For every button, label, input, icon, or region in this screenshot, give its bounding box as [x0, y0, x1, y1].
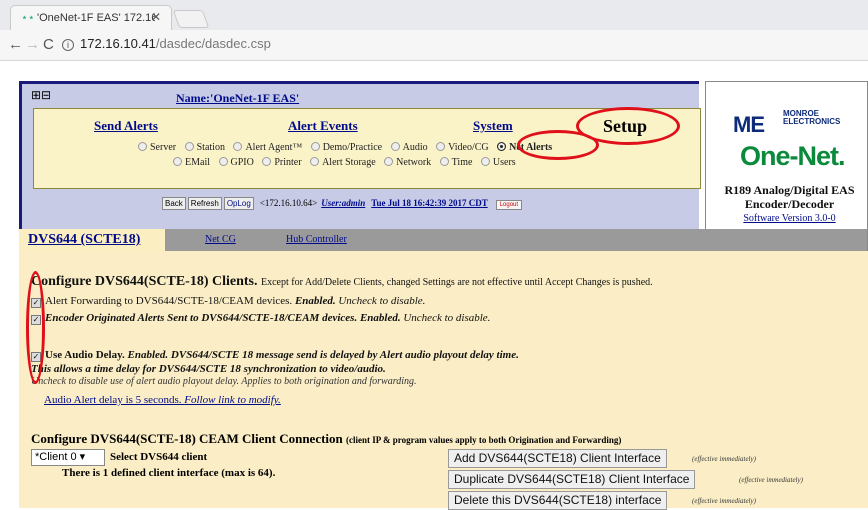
tab-title: 'OneNet-1F EAS' 172.16.	[37, 12, 155, 24]
client-select-label: Select DVS644 client	[110, 451, 208, 463]
onenet-logo: One-Net.	[740, 141, 846, 171]
client-ip: <172.16.10.64>	[259, 198, 318, 208]
address-bar: ← → C i 172.16.10.41/dasdec/dasdec.csp	[0, 30, 868, 61]
audio-alert-delay-link[interactable]: Audio Alert delay is 5 seconds. Follow l…	[44, 394, 281, 406]
monroe-logo-text: MONROE ELECTRONICS	[783, 109, 841, 126]
radio-network[interactable]: Network	[384, 157, 431, 168]
oplog-button[interactable]: OpLog	[223, 197, 254, 210]
info-icon[interactable]: i	[62, 39, 74, 51]
tab-dvs644[interactable]: DVS644 (SCTE18)	[28, 232, 140, 248]
duplicate-effective-note: (effective immediately)	[739, 476, 803, 484]
nav-send-alerts[interactable]: Send Alerts	[94, 118, 158, 134]
tab-hub-controller[interactable]: Hub Controller	[286, 234, 347, 245]
option-alert-forwarding: ✓ Alert Forwarding to DVS644/SCTE-18/CEAM…	[31, 295, 426, 308]
nav-alert-events[interactable]: Alert Events	[288, 118, 358, 134]
software-version-link[interactable]: Software Version 3.0-0	[711, 213, 868, 224]
audio-delay-hint: Uncheck to disable use of alert audio pl…	[31, 376, 417, 387]
add-effective-note: (effective immediately)	[692, 455, 756, 463]
monroe-logo: ME	[733, 112, 765, 137]
user-link[interactable]: User:admin	[321, 198, 365, 208]
tab-net-cg[interactable]: Net CG	[205, 234, 236, 245]
option-encoder-originated: ✓ Encoder Originated Alerts Sent to DVS64…	[31, 312, 491, 325]
radio-station[interactable]: Station	[184, 142, 225, 153]
audio-delay-description: This allows a time delay for DVS644/SCTE…	[31, 363, 386, 375]
new-tab-button[interactable]	[172, 10, 210, 28]
radio-users[interactable]: Users	[480, 157, 516, 168]
layout-toggle-icon[interactable]: ⊞⊟	[31, 88, 51, 103]
unit-name-title[interactable]: Name:'OneNet-1F EAS'	[176, 91, 299, 106]
date-link[interactable]: Tue Jul 18 16:42:39 2017 CDT	[371, 198, 487, 208]
annotation-circle-net-alerts	[517, 130, 599, 160]
nav-system[interactable]: System	[473, 118, 513, 134]
radio-server[interactable]: Server	[138, 142, 176, 153]
model-name: R189 Analog/Digital EAS Encoder/Decoder	[724, 183, 855, 211]
delete-client-button[interactable]: Delete this DVS644(SCTE18) interface	[448, 491, 668, 510]
radio-email[interactable]: EMail	[173, 157, 210, 168]
add-client-button[interactable]: Add DVS644(SCTE18) Client Interface	[448, 449, 667, 468]
favicon-icon: ⋆⋆	[21, 12, 35, 24]
back-button[interactable]: Back	[162, 197, 186, 210]
client-select[interactable]: *Client 0 ▾	[31, 449, 105, 466]
close-tab-icon[interactable]: ✕	[151, 10, 161, 24]
radio-video-cg[interactable]: Video/CG	[436, 142, 489, 153]
url-field[interactable]: 172.16.10.41/dasdec/dasdec.csp	[80, 36, 271, 51]
logout-button[interactable]: Logout	[495, 200, 523, 210]
refresh-button[interactable]: Refresh	[187, 197, 222, 210]
duplicate-client-button[interactable]: Duplicate DVS644(SCTE18) Client Interfac…	[448, 470, 696, 489]
radio-printer[interactable]: Printer	[262, 157, 302, 168]
annotation-circle-checkboxes	[26, 271, 45, 384]
delete-effective-note: (effective immediately)	[692, 497, 756, 505]
radio-gpio[interactable]: GPIO	[218, 157, 254, 168]
reload-icon[interactable]: C	[43, 36, 54, 53]
radio-demo-practice[interactable]: Demo/Practice	[310, 142, 382, 153]
header-button-row: Back Refresh OpLog <172.16.10.64> User:admin…	[162, 197, 523, 210]
radio-alert-agent[interactable]: Alert Agent™	[233, 142, 302, 153]
setup-radio-row-1: Server Station Alert Agent™ Demo/Practic…	[138, 142, 558, 153]
ceam-heading: Configure DVS644(SCTE-18) CEAM Client Co…	[31, 431, 622, 446]
option-audio-delay: ✓ Use Audio Delay. Enabled. DVS644/SCTE 1…	[31, 349, 519, 362]
browser-tab[interactable]: ⋆⋆ 'OneNet-1F EAS' 172.16. ✕	[10, 5, 172, 30]
forward-icon[interactable]: →	[25, 36, 40, 53]
browser-tabbar: ⋆⋆ 'OneNet-1F EAS' 172.16. ✕	[0, 0, 868, 30]
radio-audio[interactable]: Audio	[390, 142, 428, 153]
config-heading: Configure DVS644(SCTE-18) Clients. Excep…	[31, 274, 653, 289]
radio-alert-storage[interactable]: Alert Storage	[310, 157, 376, 168]
radio-time[interactable]: Time	[439, 157, 472, 168]
setup-radio-row-2: EMail GPIO Printer Alert Storage Network…	[173, 157, 522, 168]
defined-client-count: There is 1 defined client interface (max…	[62, 467, 276, 479]
back-icon[interactable]: ←	[8, 36, 23, 53]
